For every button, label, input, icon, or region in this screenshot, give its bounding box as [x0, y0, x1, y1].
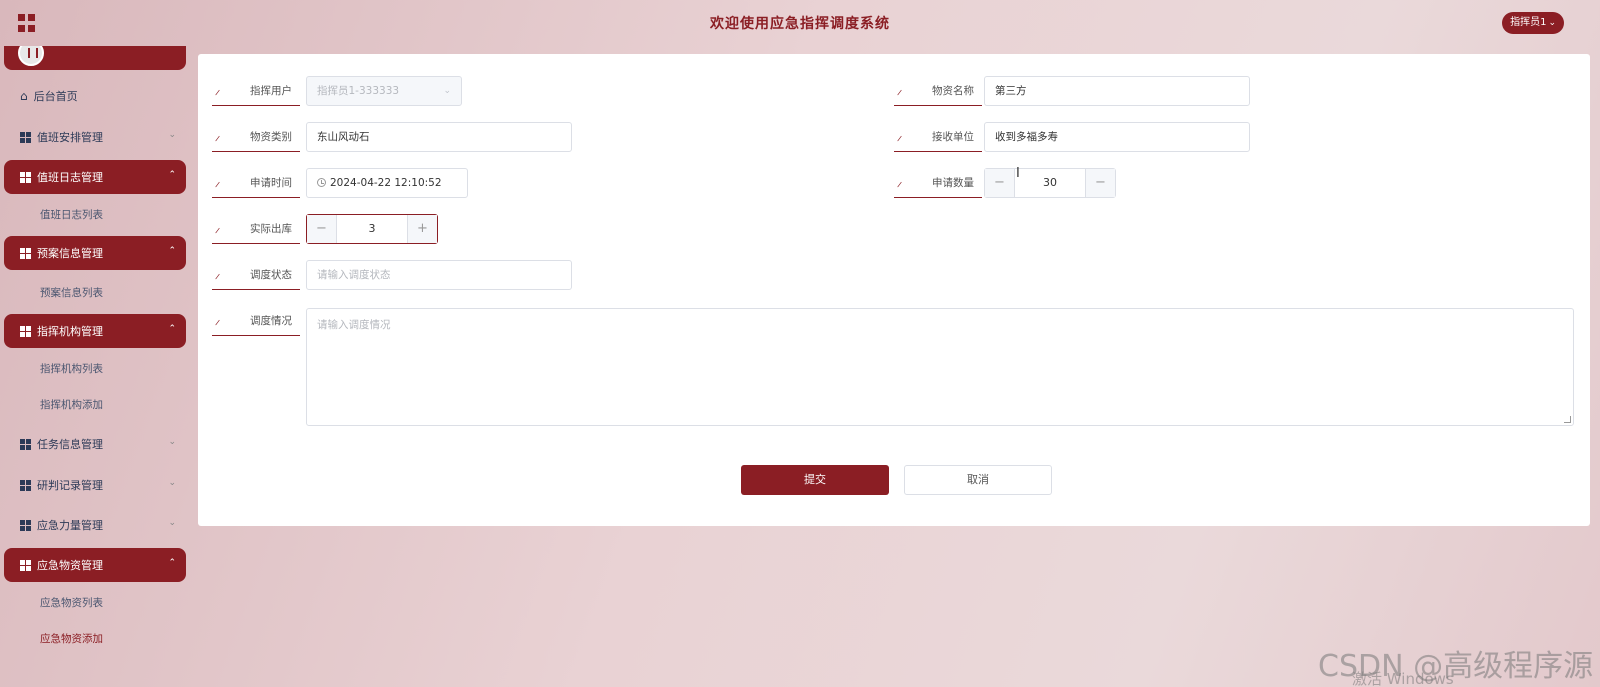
sidebar-item-label: 应急力量管理: [37, 519, 103, 532]
chevron-down-icon: ⌄: [168, 518, 176, 528]
sidebar-item-command-org[interactable]: 指挥机构管理 ⌃: [4, 314, 186, 348]
module-icon: [20, 559, 31, 571]
user-select[interactable]: 指挥员1-333333 ⌄: [306, 76, 462, 106]
chevron-up-icon: ⌃: [168, 558, 176, 568]
sidebar-item-task-info[interactable]: 任务信息管理 ⌄: [4, 427, 186, 461]
actual-out-stepper[interactable]: − 3 +: [306, 214, 438, 244]
chevron-up-icon: ⌃: [168, 170, 176, 180]
sidebar: ⌂ 后台首页 值班安排管理 ⌄ 值班日志管理 ⌃ 值班日志列表 预案信息管理 ⌃ 预案信…: [4, 46, 186, 687]
material-name-input[interactable]: 第三方: [984, 76, 1250, 106]
sidebar-item-emergency-material[interactable]: 应急物资管理 ⌃: [4, 548, 186, 582]
field-label-dispatch-detail: ⸝ 调度情况: [212, 306, 300, 336]
field-label-actual-out: ⸝ 实际出库: [212, 214, 300, 244]
quill-icon: ⸝: [212, 82, 222, 99]
sidebar-subitem-plan-list[interactable]: 预案信息列表: [4, 278, 186, 308]
module-icon: [20, 479, 31, 491]
top-header: 欢迎使用应急指挥调度系统 指挥员1 ⌄: [0, 0, 1600, 46]
sidebar-subitem-material-add[interactable]: 应急物资添加: [4, 624, 186, 654]
sidebar-item-judgment[interactable]: 研判记录管理 ⌄: [4, 468, 186, 502]
module-icon: [20, 519, 31, 531]
apply-time-picker[interactable]: 2024-04-22 12:10:52: [306, 168, 468, 198]
quill-icon: ⸝: [212, 220, 222, 237]
sidebar-item-label: 后台首页: [33, 90, 78, 103]
cancel-button[interactable]: 取消: [904, 465, 1052, 495]
field-label-dispatch-status: ⸝ 调度状态: [212, 260, 300, 290]
quill-icon: ⸝: [212, 266, 222, 283]
module-icon: [20, 325, 31, 337]
module-icon: [20, 438, 31, 450]
module-icon: [20, 131, 31, 143]
module-icon: [20, 247, 31, 259]
user-name: 指挥员1: [1510, 17, 1547, 28]
sidebar-item-label: 值班日志管理: [37, 171, 103, 184]
quill-icon: ⸝: [894, 174, 904, 191]
quill-icon: ⸝: [894, 128, 904, 145]
field-label-receiver: ⸝ 接收单位: [894, 122, 982, 152]
resize-handle-icon[interactable]: [1564, 416, 1571, 423]
sidebar-subitem-material-list[interactable]: 应急物资列表: [4, 588, 186, 618]
sidebar-subitem-org-list[interactable]: 指挥机构列表: [4, 354, 186, 384]
app-title: 欢迎使用应急指挥调度系统: [710, 16, 890, 32]
chevron-down-icon: ⌄: [168, 130, 176, 140]
sidebar-item-emergency-force[interactable]: 应急力量管理 ⌄: [4, 508, 186, 542]
module-icon: [20, 171, 31, 183]
sidebar-item-home[interactable]: ⌂ 后台首页: [4, 79, 186, 113]
sidebar-item-duty-log[interactable]: 值班日志管理 ⌃: [4, 160, 186, 194]
increment-button[interactable]: +: [407, 215, 437, 243]
quill-icon: ⸝: [894, 82, 904, 99]
submit-button[interactable]: 提交: [741, 465, 889, 495]
field-label-material-name: ⸝ 物资名称: [894, 76, 982, 106]
quill-icon: ⸝: [212, 128, 222, 145]
sidebar-item-label: 应急物资管理: [37, 559, 103, 572]
avatar: [18, 46, 44, 66]
receiver-input[interactable]: 收到多福多寿: [984, 122, 1250, 152]
decrement-button[interactable]: −: [307, 215, 337, 243]
field-label-apply-time: ⸝ 申请时间: [212, 168, 300, 198]
field-label-apply-qty: ⸝ 申请数量: [894, 168, 982, 198]
text-cursor-icon: I: [1016, 166, 1020, 181]
field-label-user: ⸝ 指挥用户: [212, 76, 300, 106]
sidebar-item-label: 任务信息管理: [37, 438, 103, 451]
quill-icon: ⸝: [212, 312, 222, 329]
chevron-down-icon: ⌄: [168, 478, 176, 488]
increment-button[interactable]: −: [1085, 169, 1115, 197]
apply-qty-value[interactable]: 30: [1015, 169, 1085, 197]
chevron-up-icon: ⌃: [168, 246, 176, 256]
decrement-button[interactable]: −: [985, 169, 1015, 197]
sidebar-profile: [4, 46, 186, 70]
chevron-up-icon: ⌃: [168, 324, 176, 334]
form-card: ⸝ 指挥用户 指挥员1-333333 ⌄ ⸝ 物资名称 第三方 ⸝ 物资类别 东山风动石…: [198, 54, 1590, 526]
sidebar-item-label: 预案信息管理: [37, 247, 103, 260]
chevron-down-icon: ⌄: [443, 86, 451, 96]
sidebar-item-plan-info[interactable]: 预案信息管理 ⌃: [4, 236, 186, 270]
apply-qty-stepper[interactable]: − 30 −: [984, 168, 1116, 198]
dispatch-status-input[interactable]: 请输入调度状态: [306, 260, 572, 290]
dispatch-detail-textarea[interactable]: 请输入调度情况: [306, 308, 1574, 426]
sidebar-item-label: 指挥机构管理: [37, 325, 103, 338]
chevron-down-icon: ⌄: [168, 437, 176, 447]
sidebar-item-label: 研判记录管理: [37, 479, 103, 492]
sidebar-subitem-duty-log-list[interactable]: 值班日志列表: [4, 200, 186, 230]
chevron-down-icon: ⌄: [1548, 18, 1556, 28]
clock-icon: [317, 178, 326, 187]
sidebar-item-label: 值班安排管理: [37, 131, 103, 144]
quill-icon: ⸝: [212, 174, 222, 191]
sidebar-item-duty-schedule[interactable]: 值班安排管理 ⌄: [4, 120, 186, 154]
activate-windows-notice: 激活 Windows: [1352, 670, 1454, 687]
actual-out-value[interactable]: 3: [337, 215, 407, 243]
user-menu-button[interactable]: 指挥员1 ⌄: [1502, 12, 1564, 34]
sidebar-subitem-org-add[interactable]: 指挥机构添加: [4, 390, 186, 420]
home-icon: ⌂: [20, 89, 28, 103]
field-label-category: ⸝ 物资类别: [212, 122, 300, 152]
category-input[interactable]: 东山风动石: [306, 122, 572, 152]
